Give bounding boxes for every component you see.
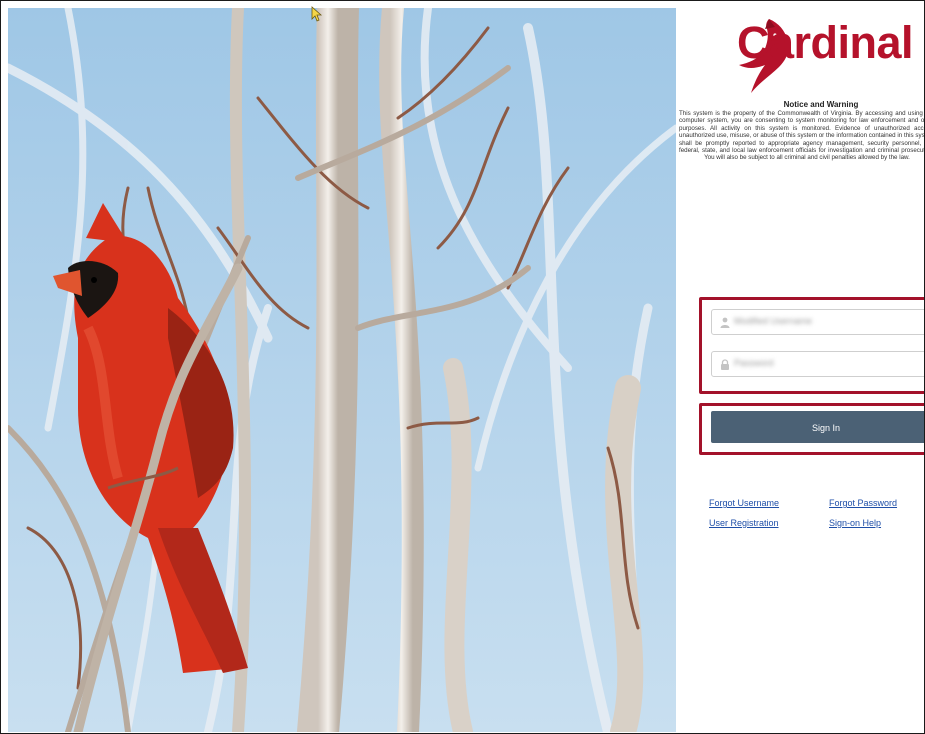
mouse-cursor-icon: [311, 6, 323, 22]
username-field[interactable]: Modified Username ?: [711, 309, 924, 335]
user-registration-link[interactable]: User Registration: [709, 518, 779, 528]
forgot-password-link[interactable]: Forgot Password: [829, 498, 897, 508]
login-panel: Cardinal Notice and Warning This system …: [677, 1, 925, 733]
notice-body: This system is the property of the Commo…: [679, 110, 925, 162]
brand-name: Cardinal: [737, 17, 914, 68]
login-page: Cardinal Notice and Warning This system …: [0, 0, 925, 734]
forgot-username-link[interactable]: Forgot Username: [709, 498, 779, 508]
signon-help-link[interactable]: Sign-on Help: [829, 518, 881, 528]
lock-icon: [721, 359, 729, 370]
user-icon: [720, 317, 730, 328]
notice-title: Notice and Warning: [783, 100, 859, 109]
password-field[interactable]: Password ?: [711, 351, 924, 377]
password-placeholder: Password: [734, 358, 774, 368]
signin-button[interactable]: Sign In: [711, 411, 924, 443]
cardinal-photo: [8, 8, 676, 732]
username-placeholder: Modified Username: [734, 316, 813, 326]
